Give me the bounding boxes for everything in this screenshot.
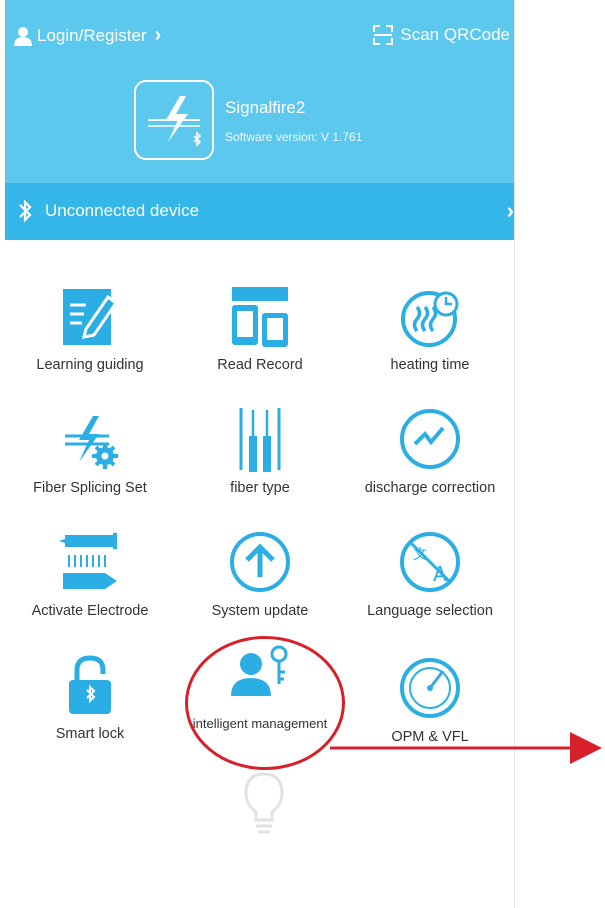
- fiber-type-icon: [239, 408, 281, 472]
- login-label: Login/Register: [37, 25, 147, 45]
- menu-label: Smart lock: [55, 726, 125, 742]
- user-icon: [14, 26, 32, 46]
- notepad-pencil-icon: [63, 289, 119, 345]
- gauge-icon: [400, 658, 460, 718]
- device-status: Unconnected device: [45, 201, 200, 220]
- svg-text:A: A: [433, 562, 447, 586]
- app-name: Signalfire2: [225, 98, 306, 117]
- highlight-circle: [185, 636, 345, 770]
- menu-label: discharge correction: [364, 480, 496, 496]
- menu-discharge-correction[interactable]: discharge correction: [345, 406, 514, 524]
- menu-heating-time[interactable]: heating time: [345, 283, 514, 401]
- menu-language-selection[interactable]: 文 A Language selection: [345, 529, 514, 647]
- menu-label: heating time: [390, 357, 470, 373]
- devices-icon: [232, 287, 288, 347]
- splice-gear-icon: [65, 416, 118, 469]
- heat-clock-icon: [401, 291, 459, 347]
- scan-icon: [373, 25, 394, 45]
- unlock-icon: [69, 655, 111, 714]
- login-register-link[interactable]: Login/Register ›: [13, 24, 161, 47]
- menu-label: System update: [211, 603, 309, 619]
- menu-label: Activate Electrode: [31, 603, 149, 619]
- fiber-splice-logo-icon: [148, 96, 202, 147]
- menu-smart-lock[interactable]: Smart lock: [5, 652, 175, 770]
- app-screen: Login/Register › Scan QRCode Signalfire2…: [5, 0, 515, 908]
- arrow-right-icon: [330, 732, 602, 764]
- chevron-right-icon: ›: [154, 24, 162, 46]
- discharge-icon: [400, 409, 460, 469]
- menu-fiber-splicing-set[interactable]: Fiber Splicing Set: [5, 406, 175, 524]
- menu-label: Read Record: [217, 357, 303, 373]
- language-icon: 文 A: [400, 532, 460, 592]
- app-logo: [134, 80, 214, 160]
- arrow-up-circle-icon: [230, 532, 290, 592]
- menu-read-record[interactable]: Read Record: [175, 283, 345, 401]
- electrode-icon: [59, 533, 117, 589]
- svg-text:文: 文: [413, 547, 427, 563]
- software-version: Software version: V 1.761: [225, 130, 363, 144]
- menu-label: fiber type: [230, 480, 290, 496]
- app-header: Login/Register › Scan QRCode Signalfire2…: [5, 0, 514, 183]
- menu-label: Learning guiding: [36, 357, 144, 373]
- device-connection-bar[interactable]: Unconnected device ›: [5, 183, 514, 240]
- menu-system-update[interactable]: System update: [175, 529, 345, 647]
- scan-label: Scan QRCode: [400, 25, 510, 44]
- lightbulb-icon: [244, 772, 284, 834]
- menu-learning-guiding[interactable]: Learning guiding: [5, 283, 175, 401]
- menu-activate-electrode[interactable]: Activate Electrode: [5, 529, 175, 647]
- menu-label: Fiber Splicing Set: [33, 480, 147, 496]
- chevron-right-icon: ›: [506, 198, 514, 223]
- menu-label: Language selection: [367, 603, 493, 619]
- bluetooth-icon: [19, 199, 32, 223]
- menu-fiber-type[interactable]: fiber type: [175, 406, 345, 524]
- scan-qrcode-button[interactable]: Scan QRCode: [372, 24, 510, 46]
